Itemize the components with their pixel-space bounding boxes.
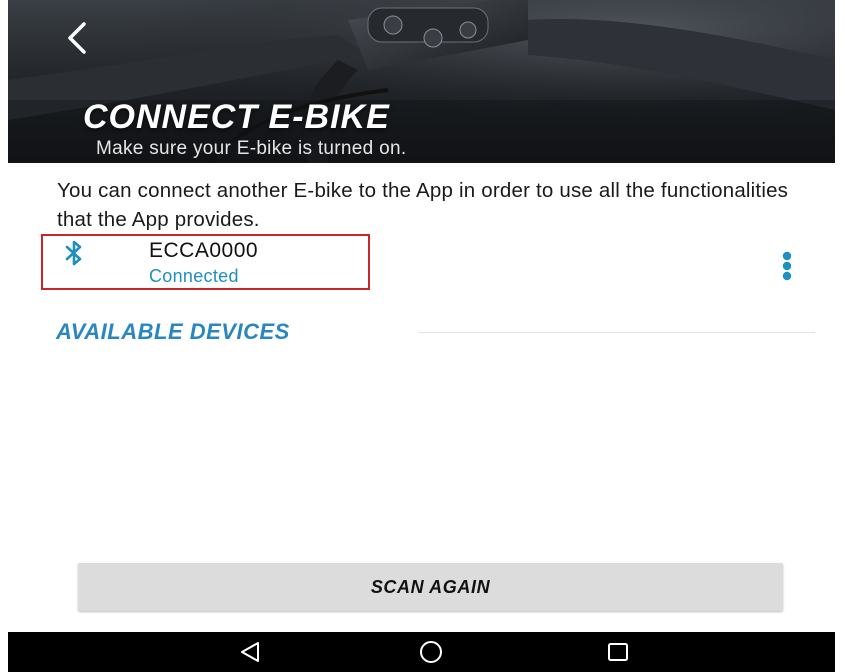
device-options-button[interactable] — [776, 250, 798, 284]
scan-again-button[interactable]: SCAN AGAIN — [78, 563, 783, 611]
available-devices-heading: AVAILABLE DEVICES — [56, 319, 290, 344]
screen: CONNECT E-BIKE Make sure your E-bike is … — [0, 0, 845, 672]
intro-text: You can connect another E-bike to the Ap… — [57, 179, 789, 231]
page-subtitle: Make sure your E-bike is turned on. — [96, 138, 407, 159]
system-nav-bar — [8, 632, 835, 672]
more-vertical-icon — [782, 251, 792, 281]
nav-recents-button[interactable] — [588, 632, 648, 672]
nav-back-button[interactable] — [220, 632, 280, 672]
circle-home-icon — [420, 641, 442, 663]
page-title: CONNECT E-BIKE — [83, 98, 390, 136]
square-recents-icon — [608, 643, 628, 661]
section-divider — [418, 332, 815, 333]
device-name: ECCA0000 — [149, 239, 259, 262]
device-status: Connected — [149, 266, 239, 286]
frame-edge-left — [0, 0, 8, 672]
header-banner: CONNECT E-BIKE Make sure your E-bike is … — [8, 0, 835, 163]
frame-edge-right — [835, 0, 845, 672]
triangle-back-icon — [241, 642, 259, 662]
bluetooth-icon — [65, 240, 82, 266]
chevron-left-icon — [68, 22, 86, 54]
back-button[interactable] — [58, 18, 98, 58]
nav-home-button[interactable] — [401, 632, 461, 672]
